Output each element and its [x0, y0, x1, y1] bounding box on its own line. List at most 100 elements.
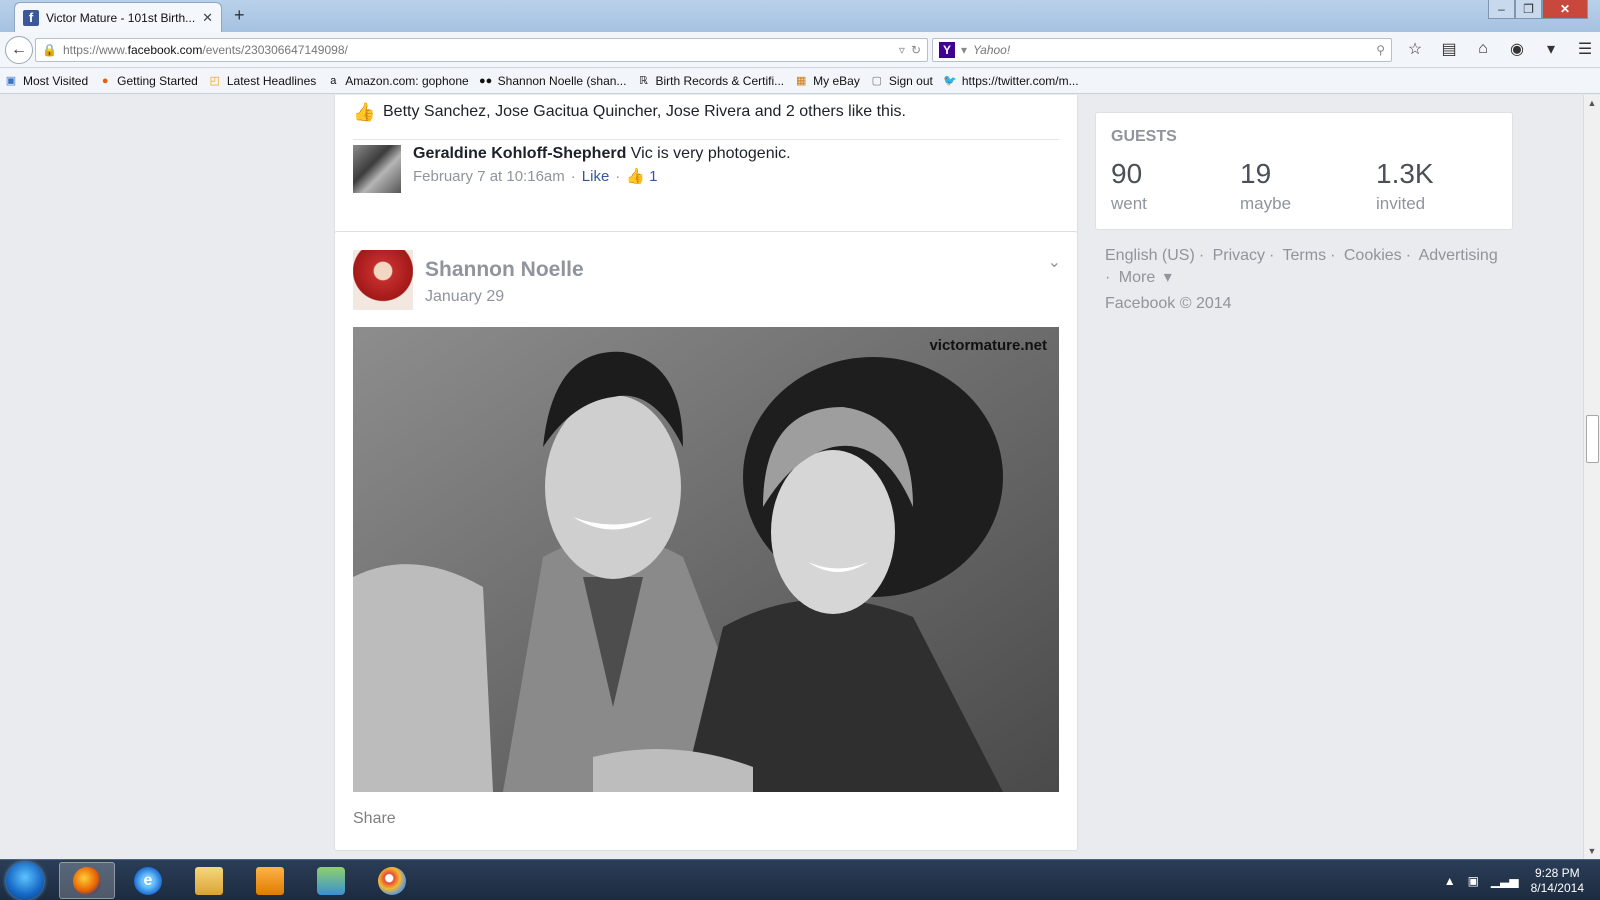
scrollbar-thumb[interactable]: [1586, 415, 1599, 463]
clock[interactable]: 9:28 PM 8/14/2014: [1531, 866, 1584, 896]
comment-author[interactable]: Geraldine Kohloff-Shepherd: [413, 145, 626, 162]
start-button[interactable]: [6, 862, 44, 900]
addon-dropdown-icon[interactable]: ▾: [1540, 38, 1562, 60]
browser-tab[interactable]: f Victor Mature - 101st Birth... ✕: [14, 2, 222, 32]
media-player-icon: [256, 866, 284, 895]
bookmark-item[interactable]: ▣ Most Visited: [4, 74, 88, 88]
network-app-icon: [317, 866, 345, 895]
guest-label: invited: [1376, 194, 1426, 213]
ebay-icon: ▦: [795, 75, 807, 87]
likes-summary[interactable]: 👍 Betty Sanchez, Jose Gacitua Quincher, …: [353, 102, 906, 122]
photo-watermark: victormature.net: [929, 337, 1047, 354]
bookmark-item[interactable]: ● Getting Started: [98, 74, 198, 88]
copyright: Facebook © 2014: [1105, 295, 1232, 312]
chevron-down-icon[interactable]: ⌄: [1048, 252, 1061, 272]
twitter-icon: 🐦: [943, 75, 957, 87]
bookmark-item[interactable]: ◰ Latest Headlines: [208, 74, 317, 88]
footer-link-privacy[interactable]: Privacy: [1213, 247, 1265, 264]
guest-stat-invited[interactable]: 1.3K invited: [1376, 158, 1434, 214]
comment-like-link[interactable]: Like: [582, 168, 610, 185]
bookmark-item[interactable]: ▢ Sign out: [870, 74, 933, 88]
share-link[interactable]: Share: [353, 810, 396, 828]
thumbs-up-icon: 👍: [626, 168, 645, 185]
yahoo-logo-icon[interactable]: Y: [939, 42, 955, 58]
bookmark-item[interactable]: ●● Shannon Noelle (shan...: [479, 74, 626, 88]
footer-link-more[interactable]: More ▾: [1119, 269, 1176, 286]
taskbar-media-player[interactable]: [242, 862, 298, 899]
comment-timestamp[interactable]: February 7 at 10:16am: [413, 168, 565, 185]
system-tray: ▲ ▣ ▁▃▅ 9:28 PM 8/14/2014: [1444, 866, 1584, 896]
signal-icon[interactable]: ▁▃▅: [1491, 874, 1519, 888]
bookmark-item[interactable]: ℝ Birth Records & Certifi...: [636, 74, 784, 88]
post-photo[interactable]: victormature.net: [353, 327, 1059, 792]
post-date[interactable]: January 29: [425, 288, 584, 306]
lock-icon: 🔒: [42, 43, 57, 57]
taskbar-explorer[interactable]: [181, 862, 237, 899]
maximize-button[interactable]: ❐: [1515, 0, 1542, 19]
toolbar-icons: ☆ ▤ ⌂ ◉ ▾ ☰: [1404, 38, 1596, 60]
thumbs-up-icon: 👍: [353, 102, 376, 122]
new-tab-button[interactable]: +: [234, 5, 245, 26]
clock-date: 8/14/2014: [1530, 881, 1584, 895]
guest-stat-went[interactable]: 90 went: [1111, 158, 1147, 214]
guest-label: maybe: [1240, 194, 1292, 213]
close-window-button[interactable]: ✕: [1542, 0, 1588, 19]
bookmark-star-icon[interactable]: ☆: [1404, 38, 1426, 60]
bookmark-item[interactable]: 🐦 https://twitter.com/m...: [943, 74, 1079, 88]
home-icon[interactable]: ⌂: [1472, 38, 1494, 60]
search-input[interactable]: Yahoo!: [973, 43, 1370, 57]
taskbar-app[interactable]: [303, 862, 359, 899]
navigation-toolbar: ← 🔒 https://www.facebook.com/events/2303…: [0, 32, 1600, 68]
separator-dot: ·: [615, 167, 621, 185]
scroll-down-icon[interactable]: ▼: [1586, 845, 1598, 857]
firefox-icon: ●: [101, 74, 109, 87]
tab-close-icon[interactable]: ✕: [202, 10, 213, 26]
footer-links: English (US) · Privacy · Terms · Cookies · A…: [1105, 247, 1498, 286]
search-bar[interactable]: Y ▾ Yahoo! ⚲: [932, 38, 1392, 62]
footer-link-terms[interactable]: Terms: [1283, 247, 1327, 264]
bookmarks-toolbar: ▣ Most Visited ● Getting Started ◰ Latest H…: [0, 68, 1600, 94]
scroll-up-icon[interactable]: ▲: [1586, 97, 1598, 109]
amazon-icon: a: [330, 74, 337, 87]
window-titlebar: f Victor Mature - 101st Birth... ✕ + – ❐…: [0, 0, 1600, 32]
back-button[interactable]: ←: [5, 36, 33, 64]
show-hidden-icons-icon[interactable]: ▲: [1444, 874, 1456, 888]
addon-icon[interactable]: ◉: [1506, 38, 1528, 60]
guests-title: GUESTS: [1111, 128, 1177, 145]
bookmark-item[interactable]: ▦ My eBay: [794, 74, 860, 88]
back-arrow-icon: ←: [11, 41, 27, 58]
guest-stat-maybe[interactable]: 19 maybe: [1240, 158, 1291, 214]
avatar[interactable]: [353, 145, 401, 193]
search-engine-dropdown-icon[interactable]: ▾: [961, 43, 967, 57]
page-icon: ▢: [871, 75, 883, 87]
network-icon[interactable]: ▣: [1468, 874, 1479, 888]
menu-icon[interactable]: ☰: [1574, 38, 1596, 60]
reading-list-icon[interactable]: ▤: [1438, 38, 1460, 60]
minimize-button[interactable]: –: [1488, 0, 1515, 19]
comment-body: Geraldine Kohloff-Shepherd Vic is very p…: [413, 145, 791, 193]
taskbar-firefox[interactable]: [59, 862, 115, 899]
clock-time: 9:28 PM: [1534, 866, 1580, 880]
post-author[interactable]: Shannon Noelle: [425, 258, 584, 282]
taskbar-paint[interactable]: [364, 862, 420, 899]
footer-link-advertising[interactable]: Advertising: [1419, 247, 1498, 264]
internet-explorer-icon: e: [134, 866, 162, 895]
paint-icon: [378, 866, 406, 895]
footer-link-cookies[interactable]: Cookies: [1344, 247, 1402, 264]
footer-link-language[interactable]: English (US): [1105, 247, 1195, 264]
comment-like-count[interactable]: 👍 1: [626, 167, 657, 185]
search-icon[interactable]: ⚲: [1376, 43, 1385, 57]
address-bar[interactable]: 🔒 https://www.facebook.com/events/230306…: [35, 38, 928, 62]
url-dropdown-icon[interactable]: ▿: [899, 43, 905, 57]
guests-box: GUESTS 90 went 19 maybe 1.3K invited: [1095, 112, 1513, 230]
bookmark-item[interactable]: a Amazon.com: gophone: [326, 74, 468, 88]
reload-icon[interactable]: ↻: [911, 43, 921, 57]
vertical-scrollbar[interactable]: ▲ ▼: [1583, 95, 1600, 859]
windows-taskbar: e ▲ ▣ ▁▃▅ 9:28 PM 8/14/2014: [0, 859, 1600, 900]
post-card: Shannon Noelle January 29 ⌄ victormature…: [334, 231, 1078, 851]
taskbar-internet-explorer[interactable]: e: [120, 862, 176, 899]
avatar[interactable]: [353, 250, 413, 310]
photo-illustration: [353, 327, 1059, 792]
comment-meta: February 7 at 10:16am · Like · 👍 1: [413, 167, 791, 186]
post-header: Shannon Noelle January 29: [353, 250, 584, 310]
